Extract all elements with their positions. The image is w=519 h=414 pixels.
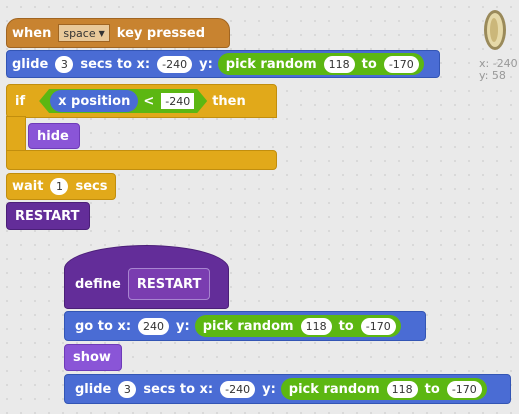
if-block[interactable]: if x position < -240 then	[6, 84, 277, 118]
pick-random-label: pick random	[288, 381, 380, 397]
sprite-coordinates: x: -240 y: 58	[479, 58, 518, 82]
x-position-label: x position	[58, 93, 131, 109]
random-from-input[interactable]: 118	[323, 55, 355, 73]
random-from-input[interactable]: 118	[386, 380, 418, 398]
define-restart-hat[interactable]: define RESTART	[64, 245, 229, 309]
pick-random-reporter[interactable]: pick random 118 to -170	[194, 315, 401, 337]
y-label: y:	[262, 381, 276, 397]
glide-block[interactable]: glide 3 secs to x: -240 y: pick random 1…	[64, 374, 511, 404]
show-label: show	[73, 350, 111, 365]
glide-secs-input[interactable]: 3	[118, 380, 137, 398]
random-to-label: to	[424, 381, 440, 397]
wait-secs-label: secs	[75, 179, 108, 194]
less-than-label: <	[143, 93, 155, 109]
wait-block[interactable]: wait 1 secs	[6, 173, 116, 200]
y-coord-label: y:	[479, 69, 489, 82]
custom-block-prototype[interactable]: RESTART	[127, 268, 211, 300]
hide-block[interactable]: hide	[28, 123, 80, 149]
restart-call-block[interactable]: RESTART	[6, 202, 90, 230]
secs-to-x-label: secs to x:	[80, 56, 151, 72]
wait-label: wait	[12, 179, 44, 194]
glide-secs-input[interactable]: 3	[55, 55, 74, 73]
y-label: y:	[199, 56, 213, 72]
key-pressed-label: key pressed	[116, 25, 206, 41]
wait-secs-input[interactable]: 1	[50, 178, 69, 195]
goto-y-label: y:	[176, 318, 190, 334]
then-label: then	[212, 93, 246, 109]
define-label: define	[75, 276, 121, 292]
random-to-label: to	[361, 56, 377, 72]
when-key-pressed-hat[interactable]: when space ▼ key pressed	[6, 18, 230, 48]
pick-random-label: pick random	[225, 56, 317, 72]
compare-value-input[interactable]: -240	[161, 93, 194, 109]
key-value: space	[63, 26, 96, 40]
key-dropdown[interactable]: space ▼	[58, 24, 110, 42]
random-to-input[interactable]: -170	[446, 380, 482, 398]
pick-random-reporter[interactable]: pick random 118 to -170	[280, 378, 487, 400]
goto-x-input[interactable]: 240	[138, 317, 170, 335]
if-block-bottom	[6, 150, 277, 170]
if-label: if	[15, 93, 26, 109]
glide-label: glide	[75, 381, 112, 397]
pick-random-label: pick random	[202, 318, 294, 334]
glide-x-input[interactable]: -240	[157, 55, 193, 73]
glide-x-input[interactable]: -240	[220, 380, 256, 398]
x-position-reporter[interactable]: x position	[50, 90, 138, 112]
when-label: when	[12, 25, 52, 41]
pick-random-reporter[interactable]: pick random 118 to -170	[217, 53, 424, 75]
coin-sprite-icon	[484, 10, 506, 50]
random-from-input[interactable]: 118	[300, 317, 332, 335]
random-to-input[interactable]: -170	[383, 55, 419, 73]
show-block[interactable]: show	[64, 344, 122, 371]
hide-label: hide	[37, 128, 69, 144]
y-coord-value: 58	[491, 69, 506, 82]
random-to-label: to	[338, 318, 354, 334]
goto-block[interactable]: go to x: 240 y: pick random 118 to -170	[64, 311, 426, 341]
goto-label: go to x:	[75, 318, 132, 334]
sprite-thumbnail	[483, 8, 507, 52]
random-to-input[interactable]: -170	[360, 317, 396, 335]
restart-call-label: RESTART	[15, 208, 80, 224]
chevron-down-icon: ▼	[98, 28, 105, 38]
less-than-operator[interactable]: x position < -240	[39, 89, 207, 113]
secs-to-x-label: secs to x:	[143, 381, 214, 397]
glide-block[interactable]: glide 3 secs to x: -240 y: pick random 1…	[6, 50, 440, 78]
restart-definition-label: RESTART	[136, 276, 202, 292]
glide-label: glide	[12, 56, 49, 72]
